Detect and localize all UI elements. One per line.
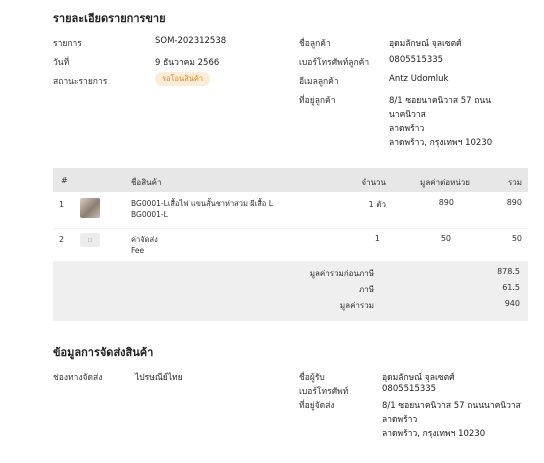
customer-email-label: อีเมลลูกค้า — [299, 77, 339, 87]
customer-email-value: Antz Udomluk — [389, 74, 449, 84]
status-badge: รอโอนสินค้า — [155, 72, 211, 86]
header-unit-price: มูลค่าต่อหน่วย — [420, 178, 470, 187]
header-total: รวม — [507, 178, 522, 187]
customer-name-value: อุดมลักษณ์ จุลเซตศ์ — [389, 39, 462, 49]
row-unit-price: 50 — [440, 234, 451, 243]
customer-address-line: นาคนิวาส — [389, 110, 426, 120]
recipient-value: อุดมลักษณ์ จุลเซตศ์ — [382, 373, 455, 383]
items-table: # ชื่อสินค้า จำนวน มูลค่าต่อหน่วย รวม 1 … — [53, 168, 528, 321]
customer-address-line: ลาดพร้าว, กรุงเทพฯ 10230 — [389, 138, 493, 148]
header-num: # — [61, 176, 68, 185]
shipping-section-title: ข้อมูลการจัดส่งสินค้า — [53, 346, 154, 359]
row-qty: 1 — [374, 234, 380, 243]
customer-address-line: ลาดพร้าว — [389, 124, 425, 134]
customer-address-line: 8/1 ซอยนาคนิวาส 57 ถนน — [389, 96, 492, 106]
row-product-name: ค่าจัดส่ง — [131, 235, 158, 244]
page-title: รายละเอียดรายการขาย — [53, 12, 166, 25]
recipient-phone-label: เบอร์โทรศัพท์ — [299, 387, 349, 397]
table-header: # ชื่อสินค้า จำนวน มูลค่าต่อหน่วย รวม — [53, 168, 528, 192]
shipping-channel-value: ไปรษณีย์ไทย — [135, 373, 183, 383]
customer-phone-label: เบอร์โทรศัพท์ลูกค้า — [299, 58, 370, 68]
shipping-channel-label: ช่องทางจัดส่ง — [53, 373, 103, 383]
summary-block: มูลค่ารวมก่อนภาษี 878.5 ภาษี 61.5 มูลค่า… — [53, 261, 528, 321]
product-photo — [80, 198, 100, 218]
grand-total-label: มูลค่ารวม — [339, 301, 374, 310]
shipping-address-line: ลาดพร้าว, กรุงเทพฯ 10230 — [382, 429, 486, 439]
row-unit-price: 890 — [438, 198, 454, 207]
vat-value: 61.5 — [502, 283, 520, 292]
order-code-label: รายการ — [53, 39, 82, 49]
shipping-address-label: ที่อยู่จัดส่ง — [299, 401, 335, 411]
subtotal-value: 878.5 — [497, 267, 520, 276]
customer-address-label: ที่อยู่ลูกค้า — [299, 96, 336, 106]
row-product-name: BG0001-Lเสื้อไฟ แขนสั้นชาห่าสวม ผีเสื้อ … — [131, 199, 273, 208]
grand-total-value: 940 — [504, 299, 520, 308]
customer-phone-value: 0805515335 — [389, 55, 444, 65]
row-num: 2 — [59, 235, 65, 244]
header-name: ชื่อสินค้า — [131, 178, 162, 187]
row-product-sku: Fee — [131, 246, 145, 255]
shipping-address-line: 8/1 ซอยนาคนิวาส 57 ถนนนาคนิวาส — [382, 401, 521, 411]
header-qty: จำนวน — [361, 178, 386, 187]
order-status-label: สถานะรายการ — [53, 77, 108, 87]
table-row: 1 BG0001-Lเสื้อไฟ แขนสั้นชาห่าสวม ผีเสื้… — [53, 192, 528, 228]
shipping-address-line: ลาดพร้าว — [382, 415, 418, 425]
recipient-label: ชื่อผู้รับ — [299, 373, 325, 383]
recipient-phone-value: 0805515335 — [382, 384, 437, 394]
image-placeholder-icon: ▫ — [80, 233, 100, 247]
order-date-value: 9 ธันวาคม 2566 — [155, 58, 220, 68]
customer-name-label: ชื่อลูกค้า — [299, 39, 331, 49]
order-date-label: วันที่ — [53, 58, 70, 68]
row-qty: 1 ตัว — [368, 200, 386, 209]
vat-label: ภาษี — [358, 285, 374, 294]
row-total: 890 — [506, 198, 522, 207]
order-code-value: SOM-202312538 — [155, 36, 227, 46]
row-total: 50 — [511, 234, 522, 243]
row-num: 1 — [59, 200, 65, 209]
table-row: 2 ▫ ค่าจัดส่ง Fee 1 50 50 — [53, 229, 528, 261]
row-product-sku: BG0001-L — [131, 210, 168, 219]
subtotal-label: มูลค่ารวมก่อนภาษี — [309, 269, 374, 278]
